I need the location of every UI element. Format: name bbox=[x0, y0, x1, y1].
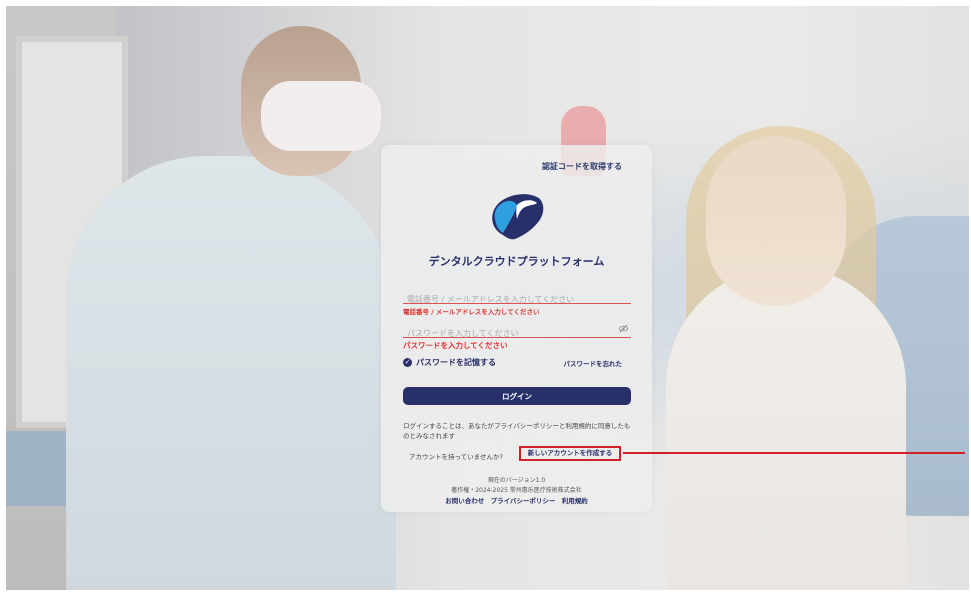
eye-off-icon[interactable] bbox=[618, 323, 629, 334]
password-field-wrapper bbox=[403, 321, 635, 342]
phone-email-field-wrapper bbox=[403, 287, 635, 308]
create-account-link[interactable]: 新しいアカウントを作成する bbox=[519, 446, 621, 461]
check-circle-icon[interactable]: ✓ bbox=[403, 358, 412, 367]
annotation-pointer-line bbox=[623, 452, 965, 454]
password-error: パスワードを入力してください bbox=[403, 341, 508, 350]
login-card: 認証コードを取得する デンタルクラウドプラットフォーム 電話番号 / メールアド… bbox=[381, 145, 652, 512]
get-verification-code-link[interactable]: 認証コードを取得する bbox=[542, 161, 622, 172]
phone-email-error: 電話番号 / メールアドレスを入力してください bbox=[403, 308, 540, 316]
no-account-text: アカウントを持っていませんか? bbox=[409, 453, 503, 461]
contact-link[interactable]: お問い合わせ bbox=[445, 497, 484, 505]
version-text: 現在のバージョン1.0 bbox=[487, 477, 546, 484]
remember-password-label: パスワードを記憶する bbox=[416, 358, 496, 367]
background-girl-face bbox=[706, 136, 846, 306]
terms-link[interactable]: 利用規約 bbox=[562, 497, 588, 505]
background-girl bbox=[666, 266, 906, 590]
footer-links: お問い合わせ プライバシーポリシー 利用規約 bbox=[381, 495, 652, 505]
copyright-text: 著作権・2024-2025 常州惠乐医疗技術株式会社 bbox=[451, 487, 582, 494]
app-title: デンタルクラウドプラットフォーム bbox=[428, 255, 605, 268]
policy-notice: ログインすることは、あなたがプライバシーポリシーと利用規約に同意したものとみなさ… bbox=[403, 422, 631, 440]
remember-password-checkbox[interactable]: ✓ パスワードを記憶する bbox=[403, 357, 496, 368]
forgot-password-link[interactable]: パスワードを忘れた bbox=[564, 358, 623, 368]
background-dentist-mask bbox=[261, 81, 381, 151]
privacy-policy-link[interactable]: プライバシーポリシー bbox=[491, 497, 556, 505]
login-button[interactable]: ログイン bbox=[403, 387, 631, 405]
tooth-logo-icon bbox=[492, 194, 544, 240]
background-dentist bbox=[66, 156, 396, 590]
